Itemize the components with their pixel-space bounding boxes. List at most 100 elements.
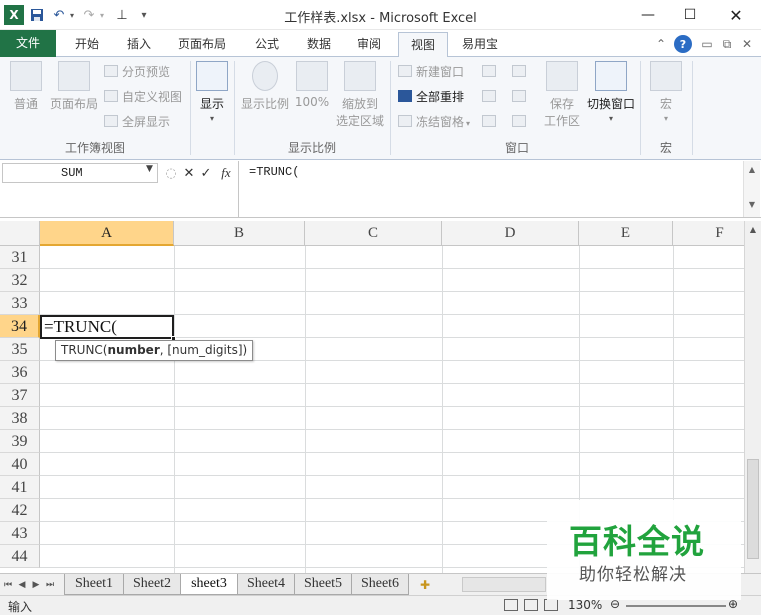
select-all-corner[interactable] xyxy=(0,221,40,246)
page-layout-status-icon[interactable] xyxy=(524,599,538,611)
row-header-38[interactable]: 38 xyxy=(0,407,40,430)
formula-input[interactable]: =TRUNC( xyxy=(238,161,743,217)
tab-file[interactable]: 文件 xyxy=(0,30,56,57)
gridline xyxy=(40,406,744,407)
ribbon-tab-bar: 文件 开始 插入 页面布局 公式 数据 审阅 视图 易用宝 ⌃ ? ▭ ⧉ ✕ xyxy=(0,30,761,58)
row-header-44[interactable]: 44 xyxy=(0,545,40,568)
close-button[interactable]: ✕ xyxy=(716,0,756,30)
tab-formulas[interactable]: 公式 xyxy=(244,32,290,57)
page-break-preview-button[interactable]: 分页预览 xyxy=(104,62,170,82)
help-icon[interactable]: ? xyxy=(674,35,692,53)
switch-windows-button[interactable]: 切换窗口 ▾ xyxy=(586,61,636,123)
tooltip-function[interactable]: TRUNC( xyxy=(61,343,108,357)
column-header-d[interactable]: D xyxy=(442,221,579,246)
row-header-31[interactable]: 31 xyxy=(0,246,40,269)
insert-function-icon[interactable]: fx xyxy=(217,164,235,182)
column-header-c[interactable]: C xyxy=(305,221,442,246)
sheet-tab-4[interactable]: Sheet4 xyxy=(237,574,295,595)
workbook-minimize-icon[interactable]: ▭ xyxy=(698,35,716,53)
vertical-scroll-thumb[interactable] xyxy=(747,459,759,559)
sheet-tab-6[interactable]: Sheet6 xyxy=(351,574,409,595)
save-workspace-button[interactable]: 保存 工作区 xyxy=(540,61,584,129)
normal-view-button[interactable]: 普通 xyxy=(6,61,46,112)
workbook-close-icon[interactable]: ✕ xyxy=(738,35,756,53)
zoom-button[interactable]: 显示比例 xyxy=(238,61,292,112)
row-header-33[interactable]: 33 xyxy=(0,292,40,315)
zoom-slider[interactable] xyxy=(626,605,726,607)
new-window-button[interactable]: 新建窗口 xyxy=(398,62,464,82)
sheet-tab-2[interactable]: Sheet2 xyxy=(123,574,181,595)
enter-icon[interactable]: ✓ xyxy=(199,164,213,182)
tab-review[interactable]: 审阅 xyxy=(346,32,392,57)
page-layout-view-button[interactable]: 页面布局 xyxy=(48,61,100,112)
minimize-ribbon-icon[interactable]: ⌃ xyxy=(652,35,670,53)
sheet-tab-3[interactable]: sheet3 xyxy=(180,574,238,595)
maximize-button[interactable]: ☐ xyxy=(670,0,710,30)
row-header-40[interactable]: 40 xyxy=(0,453,40,476)
zoom-100-icon xyxy=(296,61,328,91)
formula-bar-scrollbar[interactable]: ▲ ▼ xyxy=(743,161,760,217)
last-sheet-icon[interactable]: ⏭ xyxy=(44,577,56,593)
tab-view[interactable]: 视图 xyxy=(398,32,448,58)
page-break-status-icon[interactable] xyxy=(544,599,558,611)
first-sheet-icon[interactable]: ⏮ xyxy=(2,577,14,593)
arrange-all-button[interactable]: 全部重排 xyxy=(398,87,464,107)
column-header-e[interactable]: E xyxy=(579,221,673,246)
row-header-35[interactable]: 35 xyxy=(0,338,40,361)
custom-views-button[interactable]: 自定义视图 xyxy=(104,87,182,107)
minimize-button[interactable]: — xyxy=(628,0,668,30)
show-button[interactable]: 显示 ▾ xyxy=(194,61,230,123)
column-header-a[interactable]: A xyxy=(40,221,174,246)
full-screen-button[interactable]: 全屏显示 xyxy=(104,112,170,132)
page-layout-label: 页面布局 xyxy=(49,97,98,111)
row-header-36[interactable]: 36 xyxy=(0,361,40,384)
row-header-42[interactable]: 42 xyxy=(0,499,40,522)
row-header-32[interactable]: 32 xyxy=(0,269,40,292)
tab-yiyongbao[interactable]: 易用宝 xyxy=(452,32,508,57)
horizontal-scrollbar[interactable] xyxy=(462,577,546,592)
freeze-panes-button[interactable]: 冻结窗格 ▾ xyxy=(398,112,470,132)
tab-page-layout[interactable]: 页面布局 xyxy=(170,32,234,57)
active-cell-text: =TRUNC( xyxy=(44,317,117,336)
row-header-39[interactable]: 39 xyxy=(0,430,40,453)
tooltip-argument[interactable]: number xyxy=(108,343,160,357)
tab-home[interactable]: 开始 xyxy=(62,32,112,57)
row-header-41[interactable]: 41 xyxy=(0,476,40,499)
synchronous-scroll-button[interactable] xyxy=(512,87,530,107)
row-header-37[interactable]: 37 xyxy=(0,384,40,407)
sheet-tab-5[interactable]: Sheet5 xyxy=(294,574,352,595)
workbook-restore-icon[interactable]: ⧉ xyxy=(718,35,736,53)
insert-worksheet-icon[interactable]: ✚ xyxy=(414,577,436,593)
page-break-preview-label: 分页预览 xyxy=(122,65,171,79)
name-box-dropdown-icon[interactable]: ▼ xyxy=(146,164,153,174)
sheet-tab-1[interactable]: Sheet1 xyxy=(64,574,124,595)
hide-button[interactable] xyxy=(482,87,500,107)
formula-bar-resize-icon[interactable]: ◌ xyxy=(162,164,180,182)
name-box[interactable]: SUM xyxy=(2,163,158,183)
row-header-34[interactable]: 34 xyxy=(0,315,40,338)
unhide-button[interactable] xyxy=(482,112,500,132)
zoom-level[interactable]: 130% xyxy=(568,598,602,612)
normal-view-status-icon[interactable] xyxy=(504,599,518,611)
row-header-43[interactable]: 43 xyxy=(0,522,40,545)
reset-window-position-button[interactable] xyxy=(512,112,530,132)
column-header-f[interactable]: F xyxy=(673,221,744,246)
zoom-100-button[interactable]: 100% xyxy=(294,61,330,109)
column-header-b[interactable]: B xyxy=(174,221,305,246)
view-side-by-side-button[interactable] xyxy=(512,62,530,82)
scroll-up-icon[interactable]: ▲ xyxy=(744,165,760,174)
cancel-entry-icon[interactable]: ✕ xyxy=(182,164,196,182)
ribbon-view: 普通 页面布局 分页预览 自定义视图 全屏显示 工作簿视图 显示 ▾ 显示比例 … xyxy=(0,57,761,160)
tab-insert[interactable]: 插入 xyxy=(114,32,164,57)
scroll-down-icon[interactable]: ▼ xyxy=(744,200,760,209)
split-button[interactable] xyxy=(482,62,500,82)
zoom-to-selection-button[interactable]: 缩放到 选定区域 xyxy=(334,61,386,129)
macros-button[interactable]: 宏 ▾ xyxy=(646,61,686,123)
vertical-scrollbar[interactable]: ▲ xyxy=(744,221,761,573)
macros-dropdown-icon: ▾ xyxy=(663,114,668,123)
scroll-up-icon[interactable]: ▲ xyxy=(745,225,761,234)
tab-data[interactable]: 数据 xyxy=(296,32,342,57)
prev-sheet-icon[interactable]: ◀ xyxy=(16,577,28,593)
watermark-subtitle: 助你轻松解决 xyxy=(579,565,687,585)
next-sheet-icon[interactable]: ▶ xyxy=(30,577,42,593)
